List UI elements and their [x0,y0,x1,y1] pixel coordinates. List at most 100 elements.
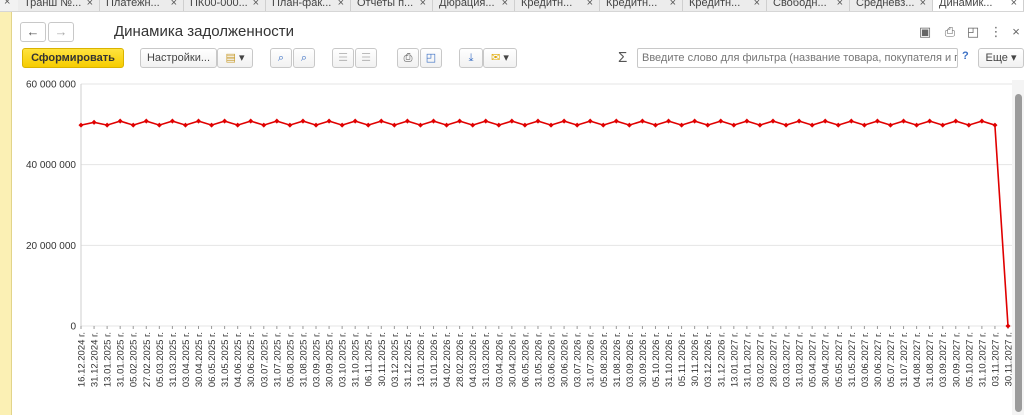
data-point [169,118,175,124]
x-tick-label: 03.02.2027 г. [755,332,766,387]
sum-icon[interactable]: Σ [618,49,627,66]
variants-dropdown[interactable]: ▤ ▾ [217,48,253,68]
x-tick-label: 31.12.2024 г. [90,332,101,387]
close-icon[interactable]: × [754,0,760,10]
search-advanced-button[interactable]: ⌕ [293,48,315,68]
data-point [574,122,580,128]
data-point [117,118,123,124]
x-tick-label: 06.11.2025 г. [364,332,375,386]
x-tick-label: 04.03.2026 г. [468,332,479,387]
close-icon[interactable]: × [1011,0,1017,10]
download-button[interactable]: ⤓ [459,48,483,68]
close-icon[interactable]: × [1008,24,1024,40]
x-tick-label: 30.04.2027 г. [821,332,832,387]
x-tick-label: 03.11.2027 г. [990,332,1001,386]
x-tick-label: 03.07.2026 г. [573,332,584,387]
close-icon[interactable]: × [502,0,508,10]
close-icon[interactable]: × [587,0,593,10]
tab-1[interactable]: Транш №... × [18,0,100,11]
close-icon[interactable]: × [87,0,93,10]
tab-5[interactable]: Отчеты п... × [351,0,433,11]
close-icon[interactable]: × [920,0,926,10]
close-icon[interactable]: × [171,0,177,10]
print-preview-button[interactable]: ◰ [420,48,442,68]
page-title: Динамика задолженности [114,23,295,40]
data-point [692,118,698,124]
data-point [156,122,162,128]
more-vertical-icon[interactable]: ⋮ [988,24,1004,40]
tab-12[interactable]: Динамик... × [933,0,1024,11]
data-point [300,118,306,124]
x-tick-label: 03.09.2027 г. [938,332,949,387]
back-button[interactable]: ← [20,22,46,42]
help-button[interactable]: ? [962,50,969,62]
generate-button[interactable]: Сформировать [22,48,124,68]
x-tick-label: 03.12.2025 г. [390,332,401,387]
data-point [770,118,776,124]
more-label: Еще [985,52,1008,64]
data-point [940,122,946,128]
search-button[interactable]: ⌕ [270,48,292,68]
x-tick-label: 31.01.2026 г. [429,332,440,387]
print-icon[interactable]: ⎙ [942,24,958,40]
y-tick-label: 20 000 000 [26,241,76,252]
save-icon[interactable]: ▣ [917,24,933,40]
tab-3[interactable]: ПК00-000... × [184,0,266,11]
group-expand-button[interactable]: ☰ [355,48,377,68]
tab-4[interactable]: План-фак... × [266,0,351,11]
close-icon[interactable]: × [253,0,259,10]
x-tick-label: 03.12.2026 г. [703,332,714,387]
x-tick-label: 31.07.2026 г. [586,332,597,387]
data-point [861,122,867,128]
data-point [639,118,645,124]
tab-9[interactable]: Кредитн... × [683,0,767,11]
preview-icon[interactable]: ◰ [965,24,981,40]
tab-2[interactable]: Платежн... × [100,0,184,11]
x-tick-label: 05.03.2025 г. [155,332,166,387]
data-point [613,118,619,124]
vertical-scrollbar[interactable] [1012,80,1024,415]
x-tick-label: 28.02.2027 г. [768,332,779,387]
printer-icon: ⎙ [403,52,413,64]
data-point [496,122,502,128]
data-point [874,118,880,124]
x-tick-label: 05.10.2026 г. [651,332,662,387]
tab-7[interactable]: Кредитн... × [515,0,600,11]
tab-11[interactable]: Средневз... × [850,0,933,11]
tab-6[interactable]: Дюрация... × [433,0,515,11]
x-tick-label: 28.02.2026 г. [455,332,466,387]
x-tick-label: 03.09.2026 г. [625,332,636,387]
x-tick-label: 30.09.2026 г. [638,332,649,387]
tab-10[interactable]: Свободн... × [767,0,850,11]
chart-svg: 60 000 000 40 000 000 20 000 000 016.12.202… [26,80,1015,388]
forward-button[interactable]: → [48,22,74,42]
data-point [209,122,215,128]
send-email-dropdown[interactable]: ✉ ▾ [483,48,517,68]
close-icon[interactable]: × [4,0,10,8]
x-tick-label: 05.11.2026 г. [677,332,688,386]
more-button[interactable]: Еще ▾ [978,48,1024,68]
x-tick-label: 31.07.2025 г. [272,332,283,387]
print-button[interactable]: ⎙ [397,48,419,68]
tab-label: Кредитн... [689,0,741,9]
download-icon: ⤓ [468,52,474,64]
filter-input[interactable] [637,48,958,68]
data-point [182,122,188,128]
data-point [887,122,894,128]
x-tick-label: 30.06.2027 г. [873,332,884,387]
x-tick-label: 03.04.2025 г. [181,332,192,387]
scrollbar-thumb[interactable] [1015,94,1022,412]
tab-8[interactable]: Кредитн... × [600,0,683,11]
settings-button[interactable]: Настройки... [140,48,217,68]
list-collapse-icon: ☰ [338,52,348,64]
close-icon[interactable]: × [670,0,676,10]
print-preview-icon: ◰ [425,52,437,64]
close-icon[interactable]: × [837,0,843,10]
data-point [979,118,985,124]
close-icon[interactable]: × [338,0,344,10]
data-point [953,118,959,124]
group-collapse-button[interactable]: ☰ [332,48,354,68]
envelope-icon: ✉ [491,52,501,64]
close-icon[interactable]: × [420,0,426,10]
tab-label: Транш №... [24,0,82,9]
